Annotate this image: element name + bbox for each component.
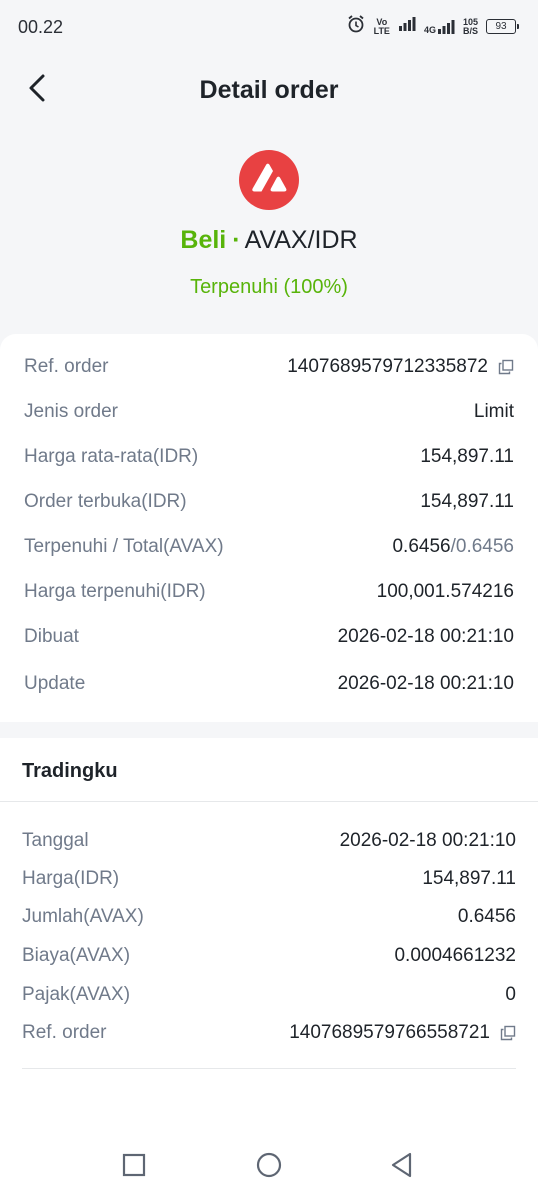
filled-price-label: Harga terpenuhi(IDR) (24, 581, 206, 602)
square-recents-icon[interactable] (119, 1150, 149, 1180)
detail-row-ref: Ref. order 1407689579712335872 (24, 356, 514, 378)
type-value: Limit (473, 401, 514, 422)
signal-4g-indicator: 4G (424, 19, 455, 35)
ref-value-group: 1407689579712335872 (287, 356, 514, 378)
open-order-value: 154,897.11 (420, 491, 514, 512)
clock: 00.22 (18, 17, 64, 37)
detail-row-update: Update 2026-02-18 00:21:10 (24, 673, 514, 695)
detail-row-open-order: Order terbuka(IDR) 154,897.11 (24, 491, 514, 513)
network-type-label: 4G (423, 24, 436, 35)
detail-row-filled: Terpenuhi / Total(AVAX) 0.6456/0.6456 (24, 536, 514, 558)
volte-indicator: Vo LTE (373, 16, 390, 36)
trade-amount-value: 0.6456 (457, 906, 516, 927)
detail-row-filled-price: Harga terpenuhi(IDR) 100,001.574216 (24, 581, 514, 603)
detail-row-type: Jenis order Limit (24, 401, 514, 423)
trade-row-amount: Jumlah(AVAX) 0.6456 (22, 906, 516, 928)
alarm-icon (346, 14, 366, 39)
created-label: Dibuat (24, 626, 79, 647)
trade-date-value: 2026-02-18 00:21:10 (339, 830, 516, 851)
update-label: Update (24, 673, 86, 694)
separator-dot: · (232, 226, 241, 254)
network-speed: 105 B/S (462, 16, 478, 36)
trade-fee-label: Biaya(AVAX) (22, 945, 131, 966)
created-value: 2026-02-18 00:21:10 (337, 626, 514, 647)
type-label: Jenis order (24, 401, 118, 422)
trade-date-label: Tanggal (22, 830, 89, 851)
trade-tax-label: Pajak(AVAX) (22, 984, 131, 1005)
trades-section-title: Tradingku (22, 760, 118, 782)
trade-tax-value: 0 (505, 984, 516, 1005)
trade-row-ref: Ref. order 1407689579766558721 (22, 1022, 516, 1044)
trade-ref-value: 1407689579766558721 (289, 1022, 490, 1043)
status-bar: 00.22 Vo LTE 4G 105 B/S 93 (0, 0, 538, 54)
trade-row-date: Tanggal 2026-02-18 00:21:10 (22, 830, 516, 852)
signal-icon-secondary (437, 19, 455, 34)
avg-price-value: 154,897.11 (420, 446, 514, 467)
order-pair-heading: Beli · AVAX/IDR (0, 226, 538, 255)
ref-value: 1407689579712335872 (287, 356, 488, 377)
trade-ref-label: Ref. order (22, 1022, 107, 1043)
filled-label: Terpenuhi / Total(AVAX) (24, 536, 224, 557)
trade-price-value: 154,897.11 (422, 868, 516, 889)
copy-icon[interactable] (500, 1025, 516, 1041)
copy-icon[interactable] (498, 359, 514, 375)
filled-value-group: 0.6456/0.6456 (392, 536, 514, 558)
total-value: /0.6456 (450, 536, 514, 557)
app-header: Detail order (0, 60, 538, 120)
divider (22, 1068, 516, 1069)
trade-row-tax: Pajak(AVAX) 0 (22, 984, 516, 1006)
status-icons: Vo LTE 4G 105 B/S 93 (346, 14, 519, 39)
trade-ref-value-group: 1407689579766558721 (289, 1022, 516, 1044)
ref-label: Ref. order (24, 356, 109, 377)
open-order-label: Order terbuka(IDR) (24, 491, 187, 512)
trade-fee-value: 0.0004661232 (394, 945, 516, 966)
detail-row-avg-price: Harga rata-rata(IDR) 154,897.11 (24, 446, 514, 468)
filled-value: 0.6456 (392, 536, 451, 557)
update-value: 2026-02-18 00:21:10 (337, 673, 514, 694)
trading-pair: AVAX/IDR (244, 226, 358, 254)
order-status: Terpenuhi (100%) (190, 276, 348, 298)
divider (0, 801, 538, 802)
page-title: Detail order (199, 76, 339, 104)
avalanche-logo-icon (239, 150, 299, 210)
trade-row-price: Harga(IDR) 154,897.11 (22, 868, 516, 890)
filled-price-value: 100,001.574216 (376, 581, 514, 602)
triangle-back-icon[interactable] (387, 1150, 417, 1180)
detail-row-created: Dibuat 2026-02-18 00:21:10 (24, 626, 514, 648)
trade-row-fee: Biaya(AVAX) 0.0004661232 (22, 945, 516, 967)
battery-icon: 93 (486, 19, 519, 34)
trade-amount-label: Jumlah(AVAX) (22, 906, 144, 927)
order-side: Beli (180, 226, 227, 254)
avg-price-label: Harga rata-rata(IDR) (24, 446, 199, 467)
trade-price-label: Harga(IDR) (22, 868, 120, 889)
order-details-card: Ref. order 1407689579712335872 Jenis ord… (0, 334, 538, 722)
signal-icon (398, 16, 416, 37)
battery-level: 93 (495, 21, 507, 32)
system-nav-bar (0, 1128, 538, 1200)
trades-card: Tradingku Tanggal 2026-02-18 00:21:10 Ha… (0, 738, 538, 1128)
circle-home-icon[interactable] (254, 1150, 284, 1180)
